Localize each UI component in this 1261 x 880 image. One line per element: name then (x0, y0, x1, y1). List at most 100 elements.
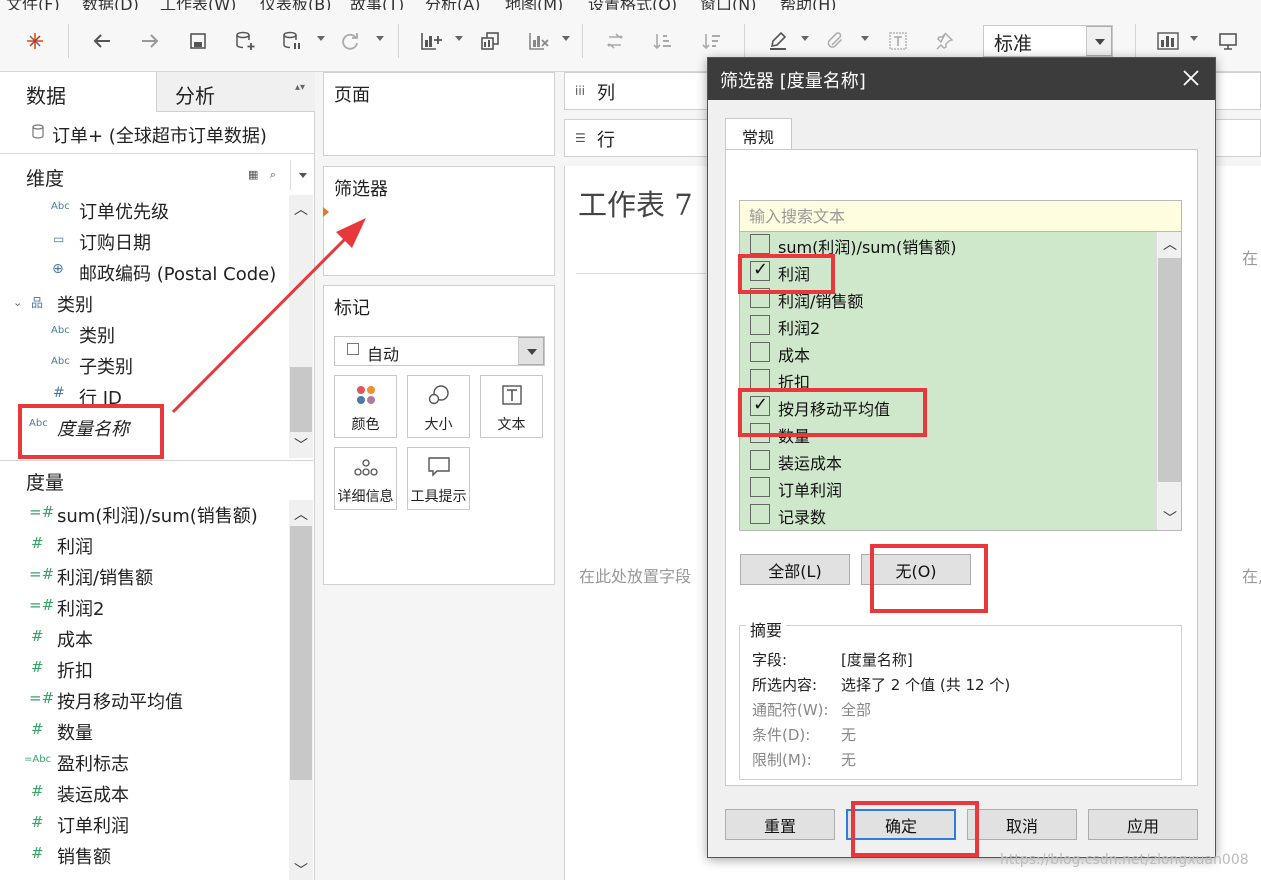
search-input[interactable] (740, 201, 1181, 231)
menu-analysis[interactable]: 分析(A) (425, 0, 480, 10)
measure-item[interactable]: # 成本 (0, 624, 290, 654)
sort-desc-icon[interactable] (700, 28, 724, 54)
menu-dashboard[interactable]: 仪表板(B) (260, 0, 331, 10)
tab-general[interactable]: 常规 (725, 118, 792, 151)
chevron-down-icon[interactable] (1086, 26, 1112, 56)
menu-worksheet[interactable]: 工作表(W) (160, 0, 236, 10)
list-scrollbar[interactable]: ︿ ﹀ (1156, 232, 1181, 530)
list-item[interactable]: 利润2 (740, 313, 1158, 340)
measure-item[interactable]: # 装运成本 (0, 779, 290, 809)
menu-help[interactable]: 帮助(H) (780, 0, 837, 10)
checkbox[interactable] (750, 504, 770, 524)
dimension-item[interactable]: Abc 类别 (0, 320, 290, 350)
mark-tooltip-button[interactable]: 工具提示 (407, 447, 470, 510)
pause-update-icon[interactable] (280, 28, 304, 54)
save-icon[interactable] (186, 28, 210, 54)
dimension-item[interactable]: ▭ 订购日期 (0, 227, 290, 257)
forward-arrow-icon[interactable] (138, 28, 162, 54)
cancel-button[interactable]: 取消 (967, 809, 1077, 840)
chevron-down-icon[interactable]: ⌄ (13, 296, 22, 309)
measure-item[interactable]: =# 按月移动平均值 (0, 686, 290, 716)
grid-view-icon[interactable]: ▦ (248, 168, 258, 181)
measure-item[interactable]: # 订单利润 (0, 810, 290, 840)
fit-select[interactable]: 标准 (983, 25, 1113, 57)
datasource-item[interactable]: 订单+ (全球超市订单数据) (0, 114, 315, 154)
checkbox[interactable] (750, 234, 770, 254)
dimension-item[interactable]: ⊕ 邮政编码 (Postal Code) (0, 258, 290, 288)
measure-item[interactable]: # 利润 (0, 531, 290, 561)
refresh-icon[interactable] (338, 28, 362, 54)
clear-icon[interactable] (526, 28, 552, 54)
annotate-icon[interactable] (824, 28, 848, 54)
apply-button[interactable]: 应用 (1088, 809, 1198, 840)
filters-shelf[interactable]: 筛选器 (323, 166, 555, 276)
show-me-icon[interactable] (1156, 28, 1180, 54)
reset-button[interactable]: 重置 (725, 809, 835, 840)
dimension-item[interactable]: Abc 子类别 (0, 351, 290, 381)
dialog-titlebar[interactable]: 筛选器 [度量名称] (708, 58, 1215, 100)
list-item[interactable]: 成本 (740, 340, 1158, 367)
scrollbar-thumb[interactable] (1158, 258, 1181, 482)
highlight-icon[interactable] (766, 28, 790, 54)
pin-icon[interactable] (932, 28, 956, 54)
menu-file[interactable]: 文件(F) (6, 0, 60, 10)
mark-detail-button[interactable]: 详细信息 (334, 447, 397, 510)
select-all-button[interactable]: 全部(L) (740, 554, 850, 585)
scroll-up-icon[interactable]: ︿ (1163, 234, 1177, 254)
label-icon[interactable] (886, 28, 910, 54)
scroll-up-icon[interactable]: ︿ (294, 199, 308, 219)
scroll-down-icon[interactable]: ﹀ (1163, 508, 1177, 528)
search-icon[interactable]: ⌕ (270, 168, 276, 181)
menu-map[interactable]: 地图(M) (505, 0, 563, 10)
duplicate-icon[interactable] (478, 28, 502, 54)
pages-shelf[interactable]: 页面 (323, 72, 555, 156)
measure-item[interactable]: =Abc 盈利标志 (0, 748, 290, 778)
scroll-down-icon[interactable]: ﹀ (294, 435, 308, 455)
measure-item[interactable]: # 折扣 (0, 655, 290, 685)
measures-scrollbar[interactable]: ︿ ﹀ (289, 500, 313, 880)
checkbox[interactable] (750, 342, 770, 362)
scrollbar-thumb[interactable] (290, 367, 312, 432)
mark-text-button[interactable]: 文本 (480, 375, 543, 438)
sort-toggle-icon[interactable]: ▴▾ (295, 82, 305, 93)
back-arrow-icon[interactable] (90, 28, 114, 54)
tab-analysis[interactable]: 分析 ▴▾ (156, 72, 315, 112)
dimensions-scrollbar[interactable]: ︿ ﹀ (289, 195, 313, 458)
dimension-item[interactable]: Abc 订单优先级 (0, 196, 290, 226)
new-datasource-icon[interactable] (232, 28, 258, 54)
measure-item[interactable]: # 销售额 (0, 841, 290, 871)
checkbox[interactable] (750, 369, 770, 389)
list-item[interactable]: 订单利润 (740, 475, 1158, 502)
dimensions-menu-button[interactable] (290, 160, 315, 190)
mark-color-button[interactable]: 颜色 (334, 375, 397, 438)
checkbox[interactable] (750, 315, 770, 335)
measure-item[interactable]: =# sum(利润)/sum(销售额) (0, 500, 290, 530)
scrollbar-thumb[interactable] (290, 526, 312, 780)
new-worksheet-icon[interactable] (418, 28, 444, 54)
menu-format[interactable]: 设置格式(O) (588, 0, 677, 10)
number-icon: # (31, 534, 44, 552)
chevron-down-icon[interactable] (518, 337, 544, 365)
mark-type-select[interactable]: 自动 (334, 336, 545, 366)
hierarchy-item[interactable]: ⌄ 品 类别 (0, 289, 290, 319)
worksheet-title[interactable]: 工作表 7 (578, 182, 693, 224)
menu-window[interactable]: 窗口(N) (700, 0, 756, 10)
measure-item[interactable]: # 数量 (0, 717, 290, 747)
measure-item[interactable]: =# 利润2 (0, 593, 290, 623)
close-icon[interactable] (1181, 68, 1201, 88)
mark-size-button[interactable]: 大小 (407, 375, 470, 438)
scroll-down-icon[interactable]: ﹀ (294, 860, 308, 880)
measure-item[interactable]: =# 利润/销售额 (0, 562, 290, 592)
menu-story[interactable]: 故事(T) (350, 0, 404, 10)
swap-icon[interactable] (603, 28, 627, 54)
menu-data[interactable]: 数据(D) (82, 0, 139, 10)
tab-data[interactable]: 数据 (0, 72, 156, 112)
list-item[interactable]: 装运成本 (740, 448, 1158, 475)
checkbox[interactable] (750, 450, 770, 470)
checkbox[interactable] (750, 477, 770, 497)
list-item[interactable]: 记录数 (740, 502, 1158, 529)
presentation-icon[interactable] (1216, 28, 1240, 54)
tableau-logo-icon[interactable] (24, 28, 46, 54)
scroll-up-icon[interactable]: ︿ (294, 504, 308, 524)
sort-asc-icon[interactable] (651, 28, 675, 54)
